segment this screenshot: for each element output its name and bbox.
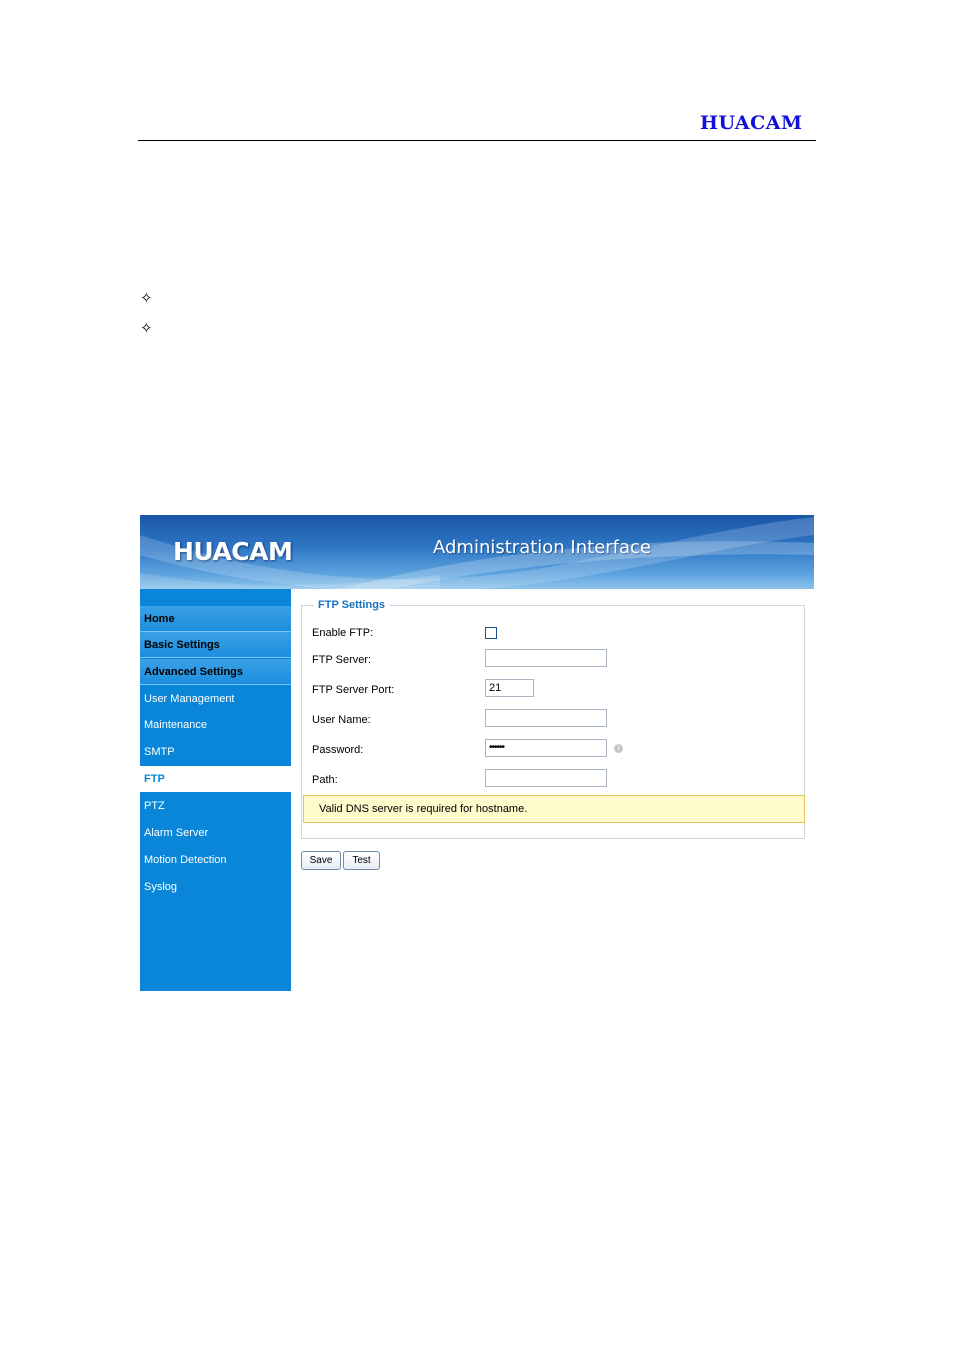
password-label: Password:: [312, 744, 364, 756]
sidebar-item-motion-detection[interactable]: Motion Detection: [140, 847, 291, 873]
user-name-label: User Name:: [312, 714, 371, 726]
sidebar-item-smtp[interactable]: SMTP: [140, 739, 291, 765]
sidebar-nav: Home Basic Settings Advanced Settings Us…: [140, 589, 291, 991]
document-header-logo: HUACAM: [700, 112, 803, 134]
sidebar-item-home[interactable]: Home: [140, 606, 291, 632]
header-rule: [138, 140, 816, 141]
bullet-icon: ✧: [140, 289, 153, 307]
banner-title: Administration Interface: [433, 537, 652, 558]
info-icon[interactable]: i: [614, 744, 623, 753]
sidebar-item-ptz[interactable]: PTZ: [140, 793, 291, 819]
ftp-settings-fieldset: FTP Settings Enable FTP: FTP Server: FTP…: [301, 599, 805, 839]
enable-ftp-label: Enable FTP:: [312, 627, 374, 639]
banner: HUACAM Administration Interface: [140, 515, 814, 589]
sidebar-item-basic-settings[interactable]: Basic Settings: [140, 632, 291, 658]
ftp-settings-legend: FTP Settings: [314, 599, 390, 611]
sidebar-item-maintenance[interactable]: Maintenance: [140, 712, 291, 738]
admin-screenshot: HUACAM Administration Interface Home Bas…: [140, 515, 814, 991]
user-name-input[interactable]: [485, 709, 607, 727]
sidebar-item-advanced-settings[interactable]: Advanced Settings: [140, 659, 291, 685]
sidebar-item-syslog[interactable]: Syslog: [140, 874, 291, 900]
bullet-icon: ✧: [140, 319, 153, 337]
sidebar-item-ftp[interactable]: FTP: [140, 766, 291, 792]
banner-brand-logo: HUACAM: [173, 537, 293, 566]
ftp-server-input[interactable]: [485, 649, 607, 667]
ftp-server-port-input[interactable]: 21: [485, 679, 534, 697]
dns-warning-alert: Valid DNS server is required for hostnam…: [303, 795, 805, 823]
ftp-server-port-label: FTP Server Port:: [312, 684, 395, 696]
save-button[interactable]: Save: [301, 851, 341, 870]
main-content: FTP Settings Enable FTP: FTP Server: FTP…: [291, 589, 814, 991]
sidebar-item-user-management[interactable]: User Management: [140, 686, 291, 712]
test-button[interactable]: Test: [343, 851, 380, 870]
password-input[interactable]: ••••••: [485, 739, 607, 757]
sidebar-item-alarm-server[interactable]: Alarm Server: [140, 820, 291, 846]
path-input[interactable]: [485, 769, 607, 787]
ftp-server-label: FTP Server:: [312, 654, 372, 666]
path-label: Path:: [312, 774, 338, 786]
enable-ftp-checkbox[interactable]: [485, 627, 497, 639]
